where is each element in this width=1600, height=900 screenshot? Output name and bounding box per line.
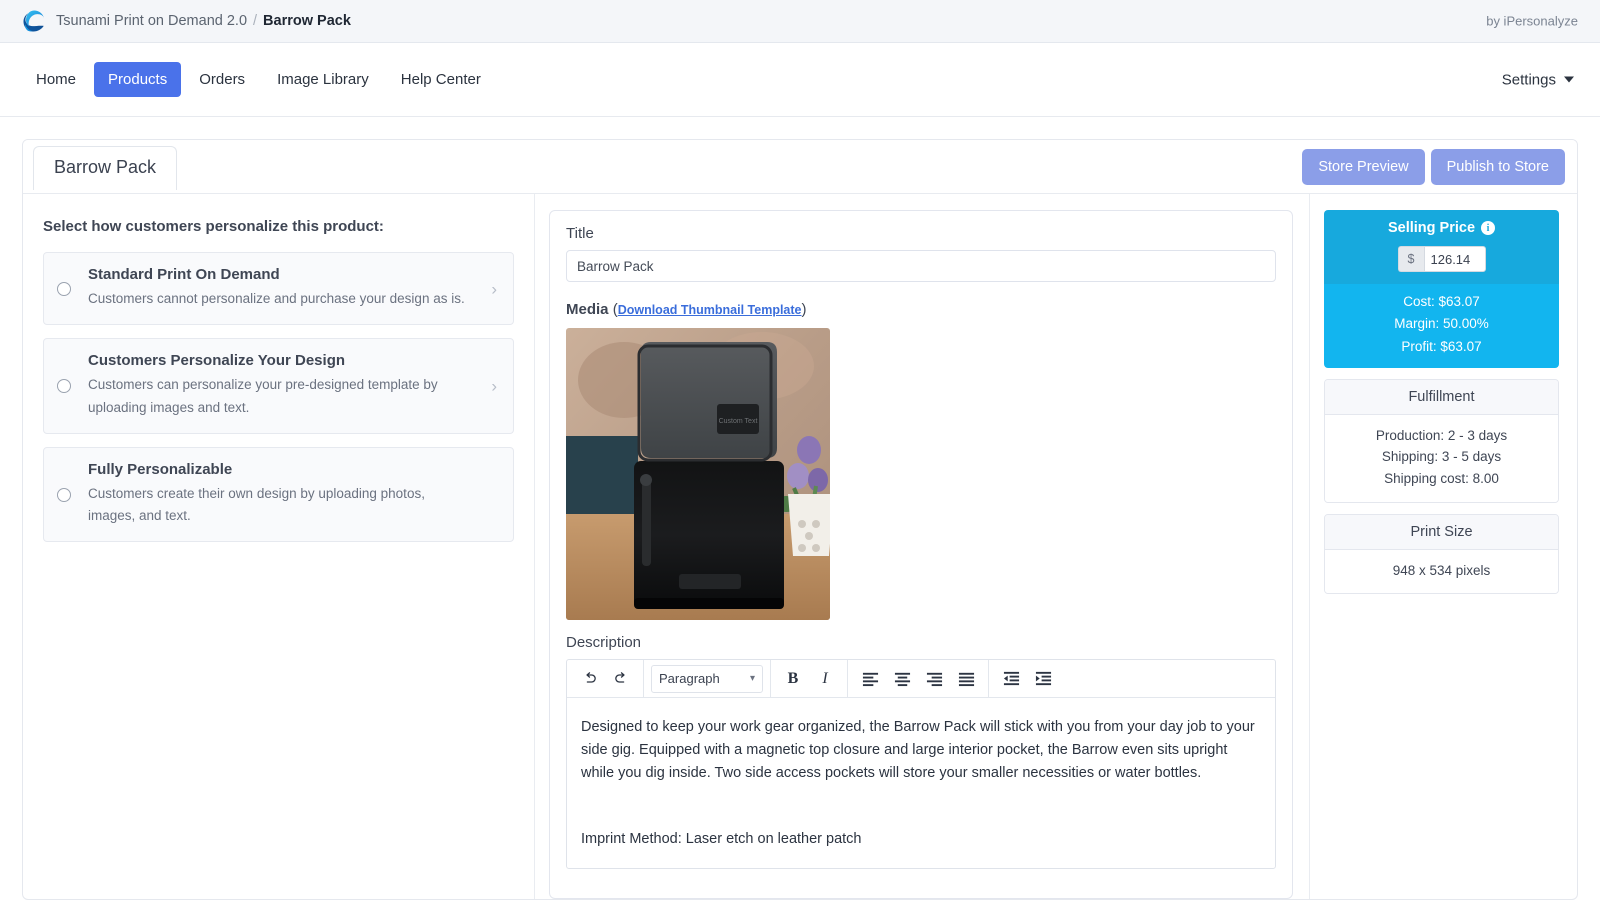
publish-to-store-button[interactable]: Publish to Store (1430, 149, 1565, 185)
media-label-row: Media (Download Thumbnail Template) (566, 301, 1276, 318)
block-format-value: Paragraph (659, 671, 720, 686)
nav-item-products[interactable]: Products (94, 62, 182, 97)
outdent-icon[interactable] (996, 665, 1026, 693)
shipping-cost: Shipping cost: 8.00 (1384, 470, 1499, 486)
selling-price-header: Selling Price i $ (1324, 210, 1559, 284)
selling-price-panel: Selling Price i $ Cost: $63.07 Margin: (1324, 210, 1559, 368)
option-standard-print-on-demand[interactable]: Standard Print On Demand Customers canno… (43, 252, 514, 326)
toolbar-history-group (567, 660, 644, 697)
redo-icon[interactable] (606, 665, 636, 693)
radio-fully-personalizable[interactable] (57, 487, 71, 502)
description-paragraph: Designed to keep your work gear organize… (581, 719, 1255, 782)
print-size-heading: Print Size (1325, 514, 1558, 550)
selling-price-label-row: Selling Price i (1387, 220, 1496, 236)
bold-button[interactable]: B (778, 665, 808, 693)
align-right-icon[interactable] (919, 665, 949, 693)
align-left-icon[interactable] (855, 665, 885, 693)
selling-price-stats: Cost: $63.07 Margin: 50.00% Profit: $63.… (1324, 284, 1559, 368)
card-body: Select how customers personalize this pr… (23, 194, 1577, 899)
edge-logo-icon (22, 9, 46, 33)
nav-item-orders[interactable]: Orders (185, 62, 259, 97)
toolbar-style-group: B I (771, 660, 848, 697)
option-description: Customers create their own design by upl… (88, 485, 425, 524)
thumbnail-patch-text: Custom Text (719, 418, 758, 425)
description-paragraph: Imprint Method: Laser etch on leather pa… (581, 830, 862, 847)
option-title: Standard Print On Demand (88, 266, 280, 283)
browser-title-bar: Tsunami Print on Demand 2.0 / Barrow Pac… (0, 0, 1600, 43)
store-preview-button[interactable]: Store Preview (1302, 149, 1425, 185)
align-justify-icon[interactable] (951, 665, 981, 693)
radio-standard-print-on-demand[interactable] (57, 281, 71, 296)
block-format-select[interactable]: Paragraph ▾ (651, 664, 763, 693)
selling-price-input-group: $ (1397, 246, 1486, 272)
product-card: Barrow Pack Store Preview Publish to Sto… (22, 139, 1578, 900)
print-size-value: 948 x 534 pixels (1392, 562, 1491, 578)
breadcrumb: Tsunami Print on Demand 2.0 / Barrow Pac… (56, 13, 351, 29)
undo-icon[interactable] (574, 665, 604, 693)
print-size-panel: Print Size 948 x 534 pixels (1324, 513, 1559, 595)
editor-toolbar: Paragraph ▾ B I (567, 660, 1275, 698)
option-description: Customers cannot personalize and purchas… (88, 291, 465, 306)
chevron-right-icon[interactable]: › (491, 378, 497, 395)
margin-value: Margin: 50.00% (1394, 316, 1489, 332)
indent-icon[interactable] (1028, 665, 1058, 693)
toolbar-indent-group (989, 660, 1065, 697)
fulfillment-heading: Fulfillment (1325, 379, 1558, 415)
media-label: Media (566, 301, 609, 318)
personalization-options-panel: Select how customers personalize this pr… (23, 194, 535, 899)
breadcrumb-current: Barrow Pack (263, 13, 351, 29)
nav-item-home[interactable]: Home (22, 62, 90, 97)
chevron-down-icon: ▾ (749, 673, 755, 684)
vendor-byline: by iPersonalyze (1486, 13, 1578, 29)
tab-barrow-pack[interactable]: Barrow Pack (33, 146, 178, 190)
currency-symbol: $ (1397, 246, 1424, 272)
nav-item-list: Home Products Orders Image Library Help … (22, 62, 495, 97)
production-time: Production: 2 - 3 days (1375, 427, 1508, 443)
fulfillment-panel: Fulfillment Production: 2 - 3 days Shipp… (1324, 378, 1559, 503)
chevron-down-icon (1564, 76, 1574, 83)
align-center-icon[interactable] (887, 665, 917, 693)
pricing-sidebar: Selling Price i $ Cost: $63.07 Margin: (1309, 194, 1577, 899)
shipping-time: Shipping: 3 - 5 days (1381, 449, 1502, 465)
nav-item-image-library[interactable]: Image Library (263, 62, 383, 97)
option-title: Fully Personalizable (88, 460, 233, 478)
chevron-right-icon[interactable]: › (491, 280, 497, 297)
personalization-section-title: Select how customers personalize this pr… (43, 218, 384, 235)
settings-menu-button[interactable]: Settings (1502, 71, 1574, 88)
settings-label: Settings (1501, 71, 1556, 88)
page-content: Barrow Pack Store Preview Publish to Sto… (0, 117, 1600, 900)
selling-price-input[interactable] (1423, 246, 1486, 272)
selling-price-input-wrap: $ (1324, 246, 1559, 272)
description-text-area[interactable]: Designed to keep your work gear organize… (567, 698, 1275, 868)
print-size-body: 948 x 534 pixels (1325, 549, 1558, 594)
cost-value: Cost: $63.07 (1403, 294, 1480, 309)
toolbar-format-group: Paragraph ▾ (644, 660, 771, 697)
product-details-inner: Title Media (Download Thumbnail Template… (549, 210, 1293, 899)
download-thumbnail-template-link[interactable]: Download Thumbnail Template (618, 303, 802, 317)
card-header: Barrow Pack Store Preview Publish to Sto… (23, 140, 1577, 194)
info-icon[interactable]: i (1481, 221, 1496, 235)
toolbar-align-group (848, 660, 989, 697)
title-field-label: Title (566, 225, 594, 242)
option-customers-personalize-your-design[interactable]: Customers Personalize Your Design Custom… (43, 338, 514, 434)
profit-value: Profit: $63.07 (1401, 338, 1482, 354)
breadcrumb-separator: / (253, 13, 258, 29)
media-paren-close: ) (801, 301, 807, 318)
product-thumbnail[interactable]: Custom Text (566, 328, 830, 620)
selling-price-label: Selling Price (1387, 220, 1476, 236)
option-title: Customers Personalize Your Design (88, 352, 346, 370)
description-label: Description (566, 634, 642, 651)
nav-item-help-center[interactable]: Help Center (387, 62, 495, 97)
description-editor: Paragraph ▾ B I Designed to keep your wo… (566, 659, 1276, 869)
main-navigation: Home Products Orders Image Library Help … (0, 43, 1600, 117)
card-header-actions: Store Preview Publish to Store (1302, 149, 1565, 185)
option-fully-personalizable[interactable]: Fully Personalizable Customers create th… (43, 446, 514, 543)
breadcrumb-app-name[interactable]: Tsunami Print on Demand 2.0 (56, 13, 247, 29)
radio-customers-personalize-your-design[interactable] (57, 379, 71, 394)
title-input[interactable] (566, 250, 1276, 282)
option-description: Customers can personalize your pre-desig… (88, 377, 438, 415)
product-details-panel: Title Media (Download Thumbnail Template… (535, 194, 1309, 899)
fulfillment-body: Production: 2 - 3 days Shipping: 3 - 5 d… (1325, 414, 1558, 502)
italic-button[interactable]: I (810, 665, 840, 693)
